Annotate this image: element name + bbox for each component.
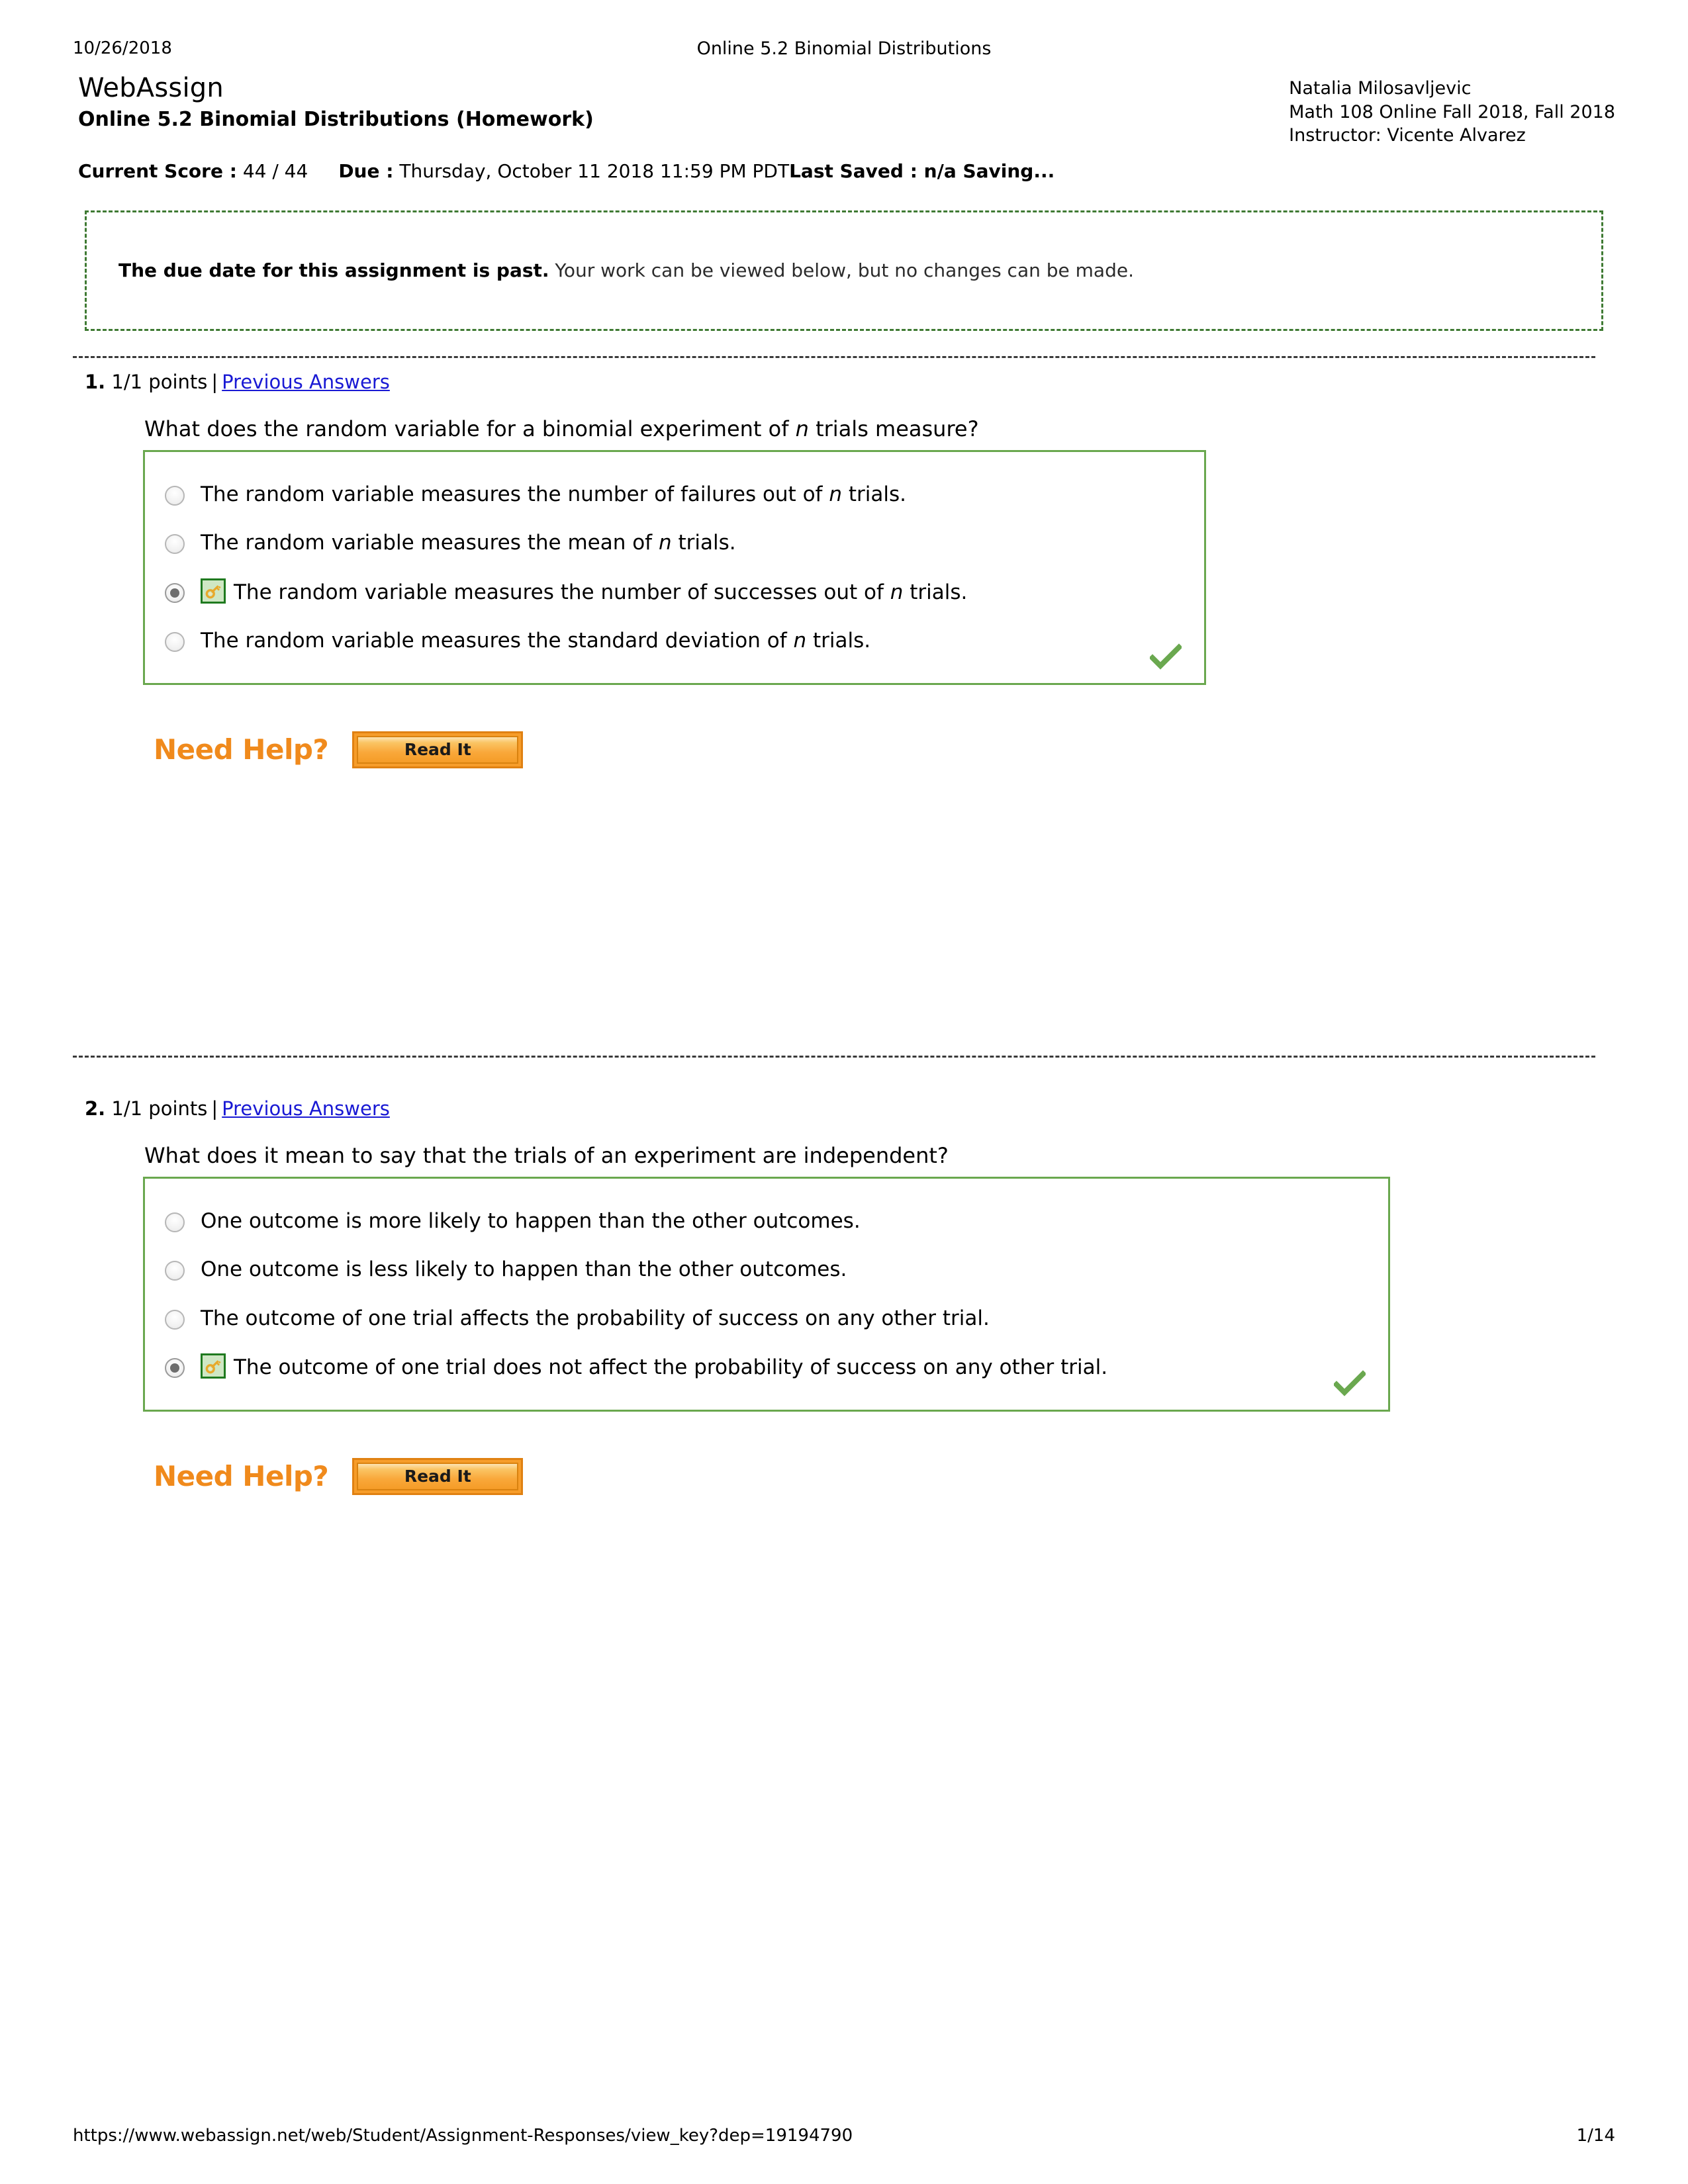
option-label: One outcome is less likely to happen tha…	[201, 1256, 1366, 1284]
question-2-points: 1/1 points	[111, 1097, 208, 1120]
option-label: The outcome of one trial does not affect…	[201, 1353, 1366, 1382]
option-text-var: n	[793, 629, 807, 653]
previous-answers-link-2[interactable]: Previous Answers	[222, 1097, 390, 1120]
need-help-group-2: Need Help? Read It	[154, 1457, 1688, 1495]
option-row[interactable]: The random variable measures the mean of…	[145, 519, 1204, 568]
last-saved-label: Last Saved : n/a Saving...	[789, 160, 1055, 182]
previous-answers-link-1[interactable]: Previous Answers	[222, 371, 390, 393]
read-it-button[interactable]: Read It	[352, 731, 524, 768]
question-1-prompt-post: trials measure?	[808, 416, 979, 441]
option-row[interactable]: The random variable measures the number …	[145, 568, 1204, 617]
radio-button[interactable]	[165, 1212, 185, 1232]
question-2-separator: |	[211, 1097, 218, 1120]
printed-page: 10/26/2018 Online 5.2 Binomial Distribut…	[0, 0, 1688, 2184]
option-label: The random variable measures the standar…	[201, 627, 1182, 655]
notice-bottom-divider	[73, 356, 1595, 358]
question-1-number: 1.	[85, 371, 106, 393]
radio-button[interactable]	[165, 632, 185, 653]
option-text-pre: The outcome of one trial affects the pro…	[201, 1306, 990, 1330]
radio-button[interactable]	[165, 485, 185, 506]
score-status-line: Current Score : 44 / 44 Due : Thursday, O…	[78, 160, 1615, 182]
option-row[interactable]: One outcome is more likely to happen tha…	[145, 1197, 1388, 1246]
question-1-prompt-pre: What does the random variable for a bino…	[144, 416, 796, 441]
option-text-pre: The random variable measures the number …	[201, 482, 829, 506]
option-row[interactable]: The outcome of one trial does not affect…	[145, 1343, 1388, 1392]
option-text-post: trials.	[806, 629, 871, 653]
course-name: Math 108 Online Fall 2018, Fall 2018	[1289, 101, 1615, 122]
option-text-pre: The random variable measures the standar…	[201, 629, 794, 653]
question-1-answer-box: The random variable measures the number …	[143, 449, 1206, 685]
option-row[interactable]: The outcome of one trial affects the pro…	[145, 1295, 1388, 1343]
option-text-var: n	[829, 482, 842, 506]
radio-button[interactable]	[165, 1261, 185, 1281]
need-help-label: Need Help?	[154, 733, 329, 766]
question-2-prompt: What does it mean to say that the trials…	[144, 1142, 1688, 1169]
need-help-group-1: Need Help? Read It	[154, 731, 1688, 768]
question-1-header: 1. 1/1 points | Previous Answers	[85, 371, 1688, 394]
question-1-separator: |	[211, 371, 218, 393]
option-label: One outcome is more likely to happen tha…	[201, 1208, 1366, 1236]
due-label: Due :	[338, 160, 394, 182]
radio-button[interactable]	[165, 1358, 185, 1379]
option-text-post: trials.	[903, 580, 968, 604]
read-it-button[interactable]: Read It	[352, 1457, 524, 1495]
student-info: Natalia Milosavljevic Math 108 Online Fa…	[1289, 73, 1615, 148]
option-label: The random variable measures the mean of…	[201, 529, 1182, 557]
option-row[interactable]: The random variable measures the standar…	[145, 617, 1204, 666]
question-2-number: 2.	[85, 1097, 106, 1120]
question-2-prompt-pre: What does it mean to say that the trials…	[144, 1142, 949, 1168]
print-footer: https://www.webassign.net/web/Student/As…	[73, 2126, 1615, 2146]
question-1-points: 1/1 points	[111, 371, 208, 393]
need-help-label: Need Help?	[154, 1459, 329, 1492]
option-text-var: n	[658, 531, 672, 555]
print-page-title: Online 5.2 Binomial Distributions	[696, 38, 992, 59]
option-text-post: trials.	[671, 531, 736, 555]
green-check-icon	[1334, 1370, 1366, 1396]
question-block-2: 2. 1/1 points | Previous Answers What does…	[0, 1097, 1688, 1495]
key-icon	[201, 578, 226, 604]
option-text-pre: One outcome is more likely to happen tha…	[201, 1208, 861, 1233]
radio-button[interactable]	[165, 534, 185, 555]
past-due-rest: Your work can be viewed below, but no ch…	[549, 259, 1134, 281]
question-1-prompt-var: n	[795, 416, 809, 441]
past-due-notice-text: The due date for this assignment is past…	[87, 259, 1134, 283]
masthead: WebAssign Online 5.2 Binomial Distributi…	[78, 73, 1615, 148]
option-text-pre: One outcome is less likely to happen tha…	[201, 1257, 847, 1282]
option-label: The random variable measures the number …	[201, 578, 1182, 607]
option-text-pre: The outcome of one trial does not affect…	[234, 1355, 1108, 1380]
option-text-pre: The random variable measures the mean of	[201, 531, 659, 555]
footer-url: https://www.webassign.net/web/Student/As…	[73, 2126, 853, 2146]
read-it-button-label: Read It	[357, 735, 519, 764]
assignment-title: Online 5.2 Binomial Distributions (Homew…	[78, 108, 594, 131]
key-icon	[201, 1353, 226, 1379]
current-score-label: Current Score :	[78, 160, 237, 182]
webassign-logo: WebAssign	[78, 73, 224, 103]
brand-block: WebAssign Online 5.2 Binomial Distributi…	[78, 73, 594, 132]
option-text-post: trials.	[841, 482, 906, 506]
past-due-bold: The due date for this assignment is past…	[118, 259, 549, 281]
question-2-answer-box: One outcome is more likely to happen tha…	[143, 1176, 1390, 1412]
footer-page-number: 1/14	[1576, 2126, 1615, 2146]
question-divider	[73, 1056, 1595, 1058]
instructor-name: Instructor: Vicente Alvarez	[1289, 125, 1526, 146]
question-1-prompt: What does the random variable for a bino…	[144, 416, 1688, 442]
green-check-icon	[1150, 643, 1182, 670]
past-due-notice: The due date for this assignment is past…	[85, 210, 1603, 331]
question-block-1: 1. 1/1 points | Previous Answers What does…	[0, 371, 1688, 768]
option-row[interactable]: The random variable measures the number …	[145, 471, 1204, 520]
option-text-var: n	[890, 580, 904, 604]
radio-button[interactable]	[165, 1309, 185, 1330]
option-row[interactable]: One outcome is less likely to happen tha…	[145, 1246, 1388, 1295]
student-name: Natalia Milosavljevic	[1289, 78, 1472, 99]
option-label: The outcome of one trial affects the pro…	[201, 1305, 1366, 1333]
radio-button[interactable]	[165, 582, 185, 603]
question-2-header: 2. 1/1 points | Previous Answers	[85, 1097, 1688, 1120]
due-value: Thursday, October 11 2018 11:59 PM PDT	[399, 160, 790, 182]
option-label: The random variable measures the number …	[201, 481, 1182, 509]
print-header: 10/26/2018 Online 5.2 Binomial Distribut…	[73, 38, 1615, 59]
read-it-button-label: Read It	[357, 1462, 519, 1490]
current-score-value: 44 / 44	[242, 160, 308, 182]
option-text-pre: The random variable measures the number …	[234, 580, 890, 604]
